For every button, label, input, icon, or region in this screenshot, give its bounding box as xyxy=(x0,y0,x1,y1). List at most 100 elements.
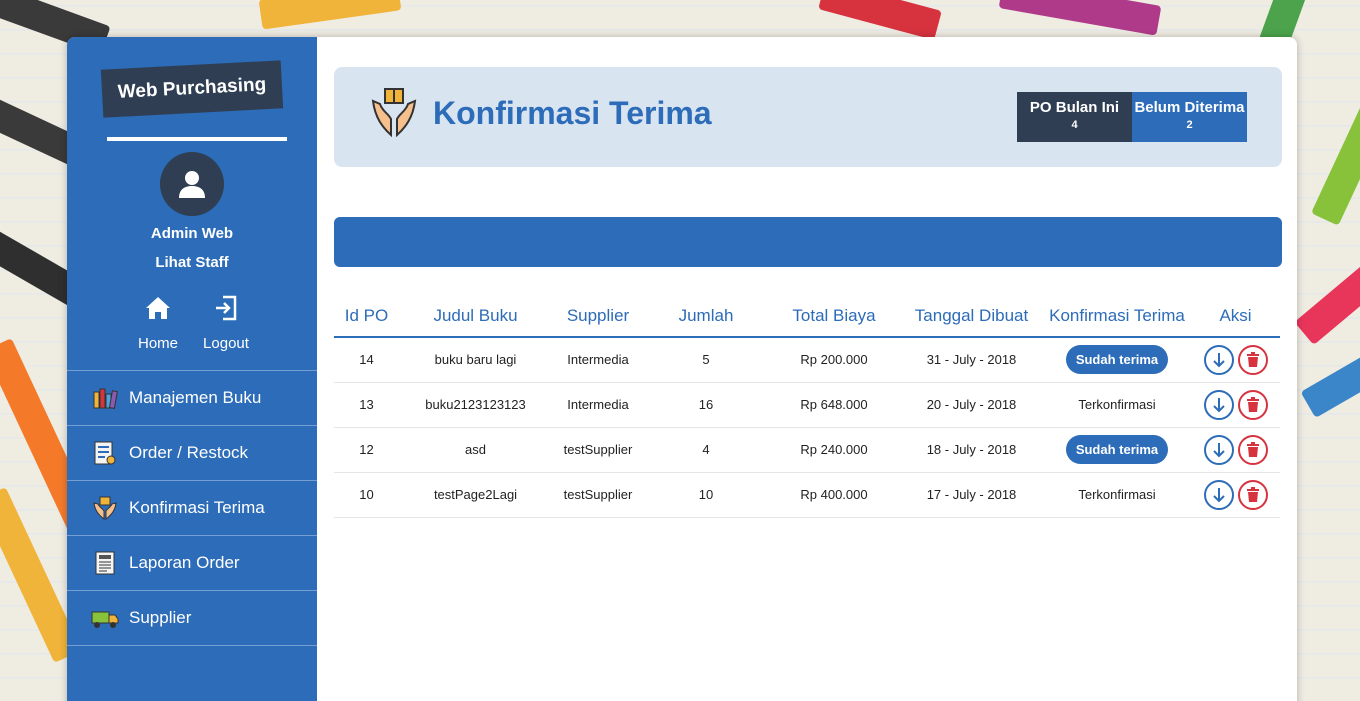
sidebar-menu: Manajemen Buku Order / Restock Konfirmas… xyxy=(67,370,317,646)
logout-icon xyxy=(216,295,237,321)
confirm-receive-button[interactable]: Sudah terima xyxy=(1065,345,1169,375)
cell-judul-buku: testPage2Lagi xyxy=(399,472,552,518)
confirm-receive-button[interactable]: Sudah terima xyxy=(1065,435,1169,464)
cell-tanggal-dibuat: 31 - July - 2018 xyxy=(900,337,1043,383)
user-icon xyxy=(179,171,205,198)
arrow-down-icon xyxy=(1212,352,1225,368)
stat-value: 4 xyxy=(1071,119,1078,131)
cell-jumlah: 16 xyxy=(644,382,768,428)
cell-konfirmasi: Sudah terima xyxy=(1043,337,1191,383)
column-header: Tanggal Dibuat xyxy=(900,295,1043,338)
stat-value: 2 xyxy=(1186,119,1193,131)
home-icon xyxy=(146,297,170,319)
po-table: Id PO Judul Buku Supplier Jumlah Total B… xyxy=(334,295,1280,518)
stat-belum-diterima: Belum Diterima 2 xyxy=(1132,92,1247,142)
avatar xyxy=(160,152,224,216)
column-header: Id PO xyxy=(334,295,399,338)
user-name: Admin Web xyxy=(150,225,234,242)
cell-id-po: 14 xyxy=(334,337,399,383)
status-text: Terkonfirmasi xyxy=(1078,397,1156,412)
logout-label: Logout xyxy=(203,335,249,352)
home-label: Home xyxy=(137,335,178,352)
cell-supplier: testSupplier xyxy=(552,427,644,473)
cell-supplier: testSupplier xyxy=(552,472,644,518)
cell-tanggal-dibuat: 17 - July - 2018 xyxy=(900,472,1043,518)
order-form-icon xyxy=(91,440,119,466)
report-icon xyxy=(91,550,119,576)
table-row: 14 buku baru lagi Intermedia 5 Rp 200.000 31 … xyxy=(334,337,1280,383)
cell-id-po: 13 xyxy=(334,382,399,428)
cell-total-biaya: Rp 648.000 xyxy=(768,382,900,428)
hands-book-icon xyxy=(91,495,119,521)
cell-judul-buku: buku baru lagi xyxy=(399,337,552,383)
cell-total-biaya: Rp 200.000 xyxy=(768,337,900,383)
column-header: Judul Buku xyxy=(399,295,552,338)
cell-tanggal-dibuat: 20 - July - 2018 xyxy=(900,382,1043,428)
sidebar-item-label: Konfirmasi Terima xyxy=(129,498,265,517)
column-header: Konfirmasi Terima xyxy=(1043,295,1191,338)
stat-label: Belum Diterima xyxy=(1134,99,1245,116)
cell-judul-buku: asd xyxy=(399,427,552,473)
cell-konfirmasi: Terkonfirmasi xyxy=(1043,382,1191,428)
trash-icon xyxy=(1246,441,1259,457)
column-header: Total Biaya xyxy=(768,295,900,338)
truck-icon xyxy=(91,605,119,631)
cell-tanggal-dibuat: 18 - July - 2018 xyxy=(900,427,1043,473)
column-header: Supplier xyxy=(552,295,644,338)
brand-logo: Web Purchasing xyxy=(100,60,284,118)
cell-aksi xyxy=(1191,382,1280,428)
cell-supplier: Intermedia xyxy=(552,382,644,428)
sidebar-item-laporan-order[interactable]: Laporan Order xyxy=(67,536,317,591)
sidebar-item-order-restock[interactable]: Order / Restock xyxy=(67,426,317,481)
sidebar-item-label: Supplier xyxy=(129,608,192,627)
download-button[interactable] xyxy=(1203,389,1234,420)
logout-button[interactable]: Logout xyxy=(191,291,261,352)
brand-divider xyxy=(107,137,287,141)
trash-icon xyxy=(1246,396,1259,412)
cell-jumlah: 10 xyxy=(644,472,768,518)
table-header-row: Id PO Judul Buku Supplier Jumlah Total B… xyxy=(334,295,1280,338)
sidebar-item-label: Laporan Order xyxy=(129,553,240,572)
page-header: Konfirmasi Terima PO Bulan Ini 4 Belum D… xyxy=(334,67,1282,167)
books-icon xyxy=(91,385,119,411)
cell-id-po: 12 xyxy=(334,427,399,473)
table-row: 12 asd testSupplier 4 Rp 240.000 18 - July - … xyxy=(334,427,1280,473)
sidebar-item-label: Manajemen Buku xyxy=(129,388,262,407)
cell-jumlah: 5 xyxy=(644,337,768,383)
cell-aksi xyxy=(1191,427,1280,473)
delete-button[interactable] xyxy=(1237,389,1268,420)
table-row: 10 testPage2Lagi testSupplier 10 Rp 400.000 1… xyxy=(334,472,1280,518)
cell-total-biaya: Rp 240.000 xyxy=(768,427,900,473)
page-title: Konfirmasi Terima xyxy=(433,95,712,131)
trash-icon xyxy=(1246,486,1259,502)
cell-judul-buku: buku2123123123 xyxy=(399,382,552,428)
cell-id-po: 10 xyxy=(334,472,399,518)
download-button[interactable] xyxy=(1203,344,1234,375)
view-staff-link[interactable]: Lihat Staff xyxy=(67,254,317,271)
arrow-down-icon xyxy=(1212,487,1225,502)
sidebar: Web Purchasing Admin Web Lihat Staff Hom… xyxy=(67,37,317,701)
home-button[interactable]: Home xyxy=(123,291,193,352)
cell-aksi xyxy=(1191,472,1280,518)
main-card: Web Purchasing Admin Web Lihat Staff Hom… xyxy=(67,37,1297,701)
download-button[interactable] xyxy=(1203,434,1234,465)
delete-button[interactable] xyxy=(1237,479,1268,510)
status-text: Terkonfirmasi xyxy=(1078,487,1156,502)
cell-total-biaya: Rp 400.000 xyxy=(768,472,900,518)
stat-label: PO Bulan Ini xyxy=(1029,99,1120,116)
column-header: Aksi xyxy=(1191,295,1280,338)
stat-po-bulan-ini: PO Bulan Ini 4 xyxy=(1017,92,1132,142)
delete-button[interactable] xyxy=(1237,344,1268,375)
sidebar-item-manajemen-buku[interactable]: Manajemen Buku xyxy=(67,371,317,426)
delete-button[interactable] xyxy=(1237,434,1268,465)
column-header: Jumlah xyxy=(644,295,768,338)
cell-konfirmasi: Terkonfirmasi xyxy=(1043,472,1191,518)
cell-konfirmasi: Sudah terima xyxy=(1043,427,1191,473)
sidebar-item-supplier[interactable]: Supplier xyxy=(67,591,317,646)
trash-icon xyxy=(1246,351,1259,367)
cell-aksi xyxy=(1191,337,1280,383)
sidebar-item-label: Order / Restock xyxy=(129,443,249,462)
arrow-down-icon xyxy=(1212,397,1225,412)
sidebar-item-konfirmasi-terima[interactable]: Konfirmasi Terima xyxy=(67,481,317,536)
download-button[interactable] xyxy=(1203,479,1234,510)
